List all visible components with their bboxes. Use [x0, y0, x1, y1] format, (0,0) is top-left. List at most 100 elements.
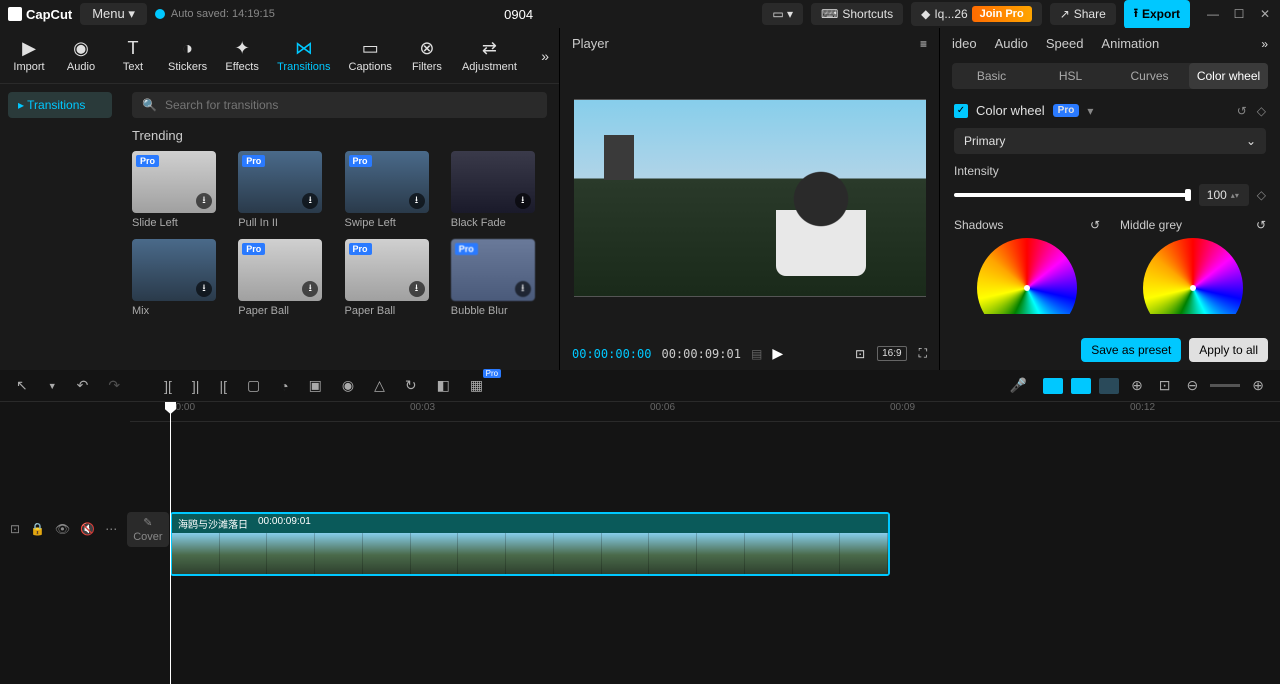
transition-item[interactable]: Pro⭳Paper Ball [345, 239, 441, 317]
tab-speed[interactable]: Speed [1046, 36, 1084, 51]
redo-button[interactable]: ↷ [104, 375, 124, 396]
reset-icon[interactable]: ↺ [1256, 218, 1266, 232]
download-icon[interactable]: ⭳ [196, 193, 212, 209]
join-pro-badge[interactable]: Join Pro [972, 6, 1032, 22]
subtab-basic[interactable]: Basic [952, 63, 1031, 89]
crop-tool[interactable]: ◧ [433, 375, 454, 396]
select-tool[interactable]: ↖ [12, 375, 32, 396]
tab-video[interactable]: ideo [952, 36, 977, 51]
menu-button[interactable]: Menu ▾ [80, 3, 147, 25]
project-title[interactable]: 0904 [283, 7, 755, 22]
zoom-in-button[interactable]: ⊕ [1248, 375, 1268, 396]
snapshot-icon[interactable]: ⊡ [855, 347, 865, 361]
play-button[interactable]: ▶ [772, 345, 783, 362]
share-button[interactable]: ↗ Share [1050, 3, 1116, 25]
tab-filters[interactable]: ⊗Filters [402, 34, 452, 77]
preview-toggle[interactable] [1099, 378, 1119, 394]
delete-tool[interactable]: ▢ [243, 375, 264, 396]
transition-item[interactable]: Pro⭳Pull In II [238, 151, 334, 229]
tab-import[interactable]: ▶Import [4, 34, 54, 77]
trim-left-tool[interactable]: ]| [188, 376, 204, 396]
download-icon[interactable]: ⭳ [515, 281, 531, 297]
intensity-input[interactable]: 100▴▾ [1199, 184, 1249, 206]
download-icon[interactable]: ⭳ [196, 281, 212, 297]
subtab-hsl[interactable]: HSL [1031, 63, 1110, 89]
export-button[interactable]: ⭱ Export [1124, 0, 1190, 29]
aspect-ratio[interactable]: 16:9 [877, 346, 906, 361]
player-view[interactable] [560, 59, 939, 337]
expand-inspector-button[interactable]: » [1261, 37, 1268, 51]
colorwheel-checkbox[interactable]: ✓ [954, 104, 968, 118]
sidebar-item-transitions[interactable]: ▸ Transitions [8, 92, 112, 118]
search-box[interactable]: 🔍 [132, 92, 547, 118]
transition-item[interactable]: ⭳Mix [132, 239, 228, 317]
zoom-slider[interactable] [1210, 384, 1240, 387]
more-icon[interactable]: ⋯ [105, 522, 117, 536]
rotate-tool[interactable]: ↻ [401, 375, 421, 396]
mic-icon[interactable]: 🎤 [1006, 375, 1031, 396]
keyframe-icon[interactable]: ◇ [1257, 188, 1266, 202]
eye-icon[interactable]: 👁 [55, 522, 70, 536]
transition-item[interactable]: Pro⭳Paper Ball [238, 239, 334, 317]
close-button[interactable]: ✕ [1258, 7, 1272, 21]
video-clip[interactable]: 海鸥与沙滩落日 00:00:09:01 [170, 512, 890, 576]
stepper-icon[interactable]: ▴▾ [1231, 191, 1239, 200]
reset-icon[interactable]: ↺ [1090, 218, 1100, 232]
reset-icon[interactable]: ↺ [1237, 104, 1247, 118]
magnet-toggle[interactable] [1043, 378, 1063, 394]
grid-icon[interactable]: ▤ [751, 347, 762, 361]
trim-right-tool[interactable]: |[ [215, 376, 231, 396]
transition-item[interactable]: ⭳Black Fade [451, 151, 547, 229]
marker-tool[interactable]: ◔ [276, 376, 292, 396]
subtab-curves[interactable]: Curves [1110, 63, 1189, 89]
reverse-tool[interactable]: ◉ [338, 375, 358, 396]
frame-tool[interactable]: ▣ [305, 375, 326, 396]
download-icon[interactable]: ⭳ [515, 193, 531, 209]
apply-all-button[interactable]: Apply to all [1189, 338, 1268, 362]
download-icon[interactable]: ⭳ [409, 193, 425, 209]
player-menu-icon[interactable]: ≡ [920, 37, 927, 51]
download-icon[interactable]: ⭳ [302, 193, 318, 209]
tab-stickers[interactable]: ◑Stickers [160, 34, 215, 77]
expand-toolbar-button[interactable]: » [535, 48, 555, 64]
subtab-colorwheel[interactable]: Color wheel [1189, 63, 1268, 89]
transition-item[interactable]: Pro⭳Bubble Blur [451, 239, 547, 317]
transition-item[interactable]: Pro⭳Slide Left [132, 151, 228, 229]
fit-tool[interactable]: ⊡ [1155, 375, 1175, 396]
undo-button[interactable]: ↶ [73, 375, 93, 396]
transition-item[interactable]: Pro⭳Swipe Left [345, 151, 441, 229]
midgrey-color-wheel[interactable]: ◀▶ [1143, 238, 1243, 314]
lock-icon[interactable]: 🔒 [30, 522, 45, 536]
zoom-out-button[interactable]: ⊖ [1183, 375, 1203, 396]
select-dropdown[interactable]: ▼ [44, 379, 61, 393]
intensity-slider[interactable] [954, 193, 1191, 197]
link-toggle[interactable] [1071, 378, 1091, 394]
minimize-button[interactable]: — [1206, 7, 1220, 21]
tab-effects[interactable]: ✦Effects [217, 34, 267, 77]
primary-dropdown[interactable]: Primary ⌄ [954, 128, 1266, 154]
user-badge[interactable]: ◆ Iq...26 Join Pro [911, 2, 1042, 26]
tab-audio-r[interactable]: Audio [995, 36, 1028, 51]
expand-icon[interactable]: ⊡ [10, 522, 20, 536]
shortcuts-button[interactable]: ⌨ Shortcuts [811, 3, 903, 25]
fullscreen-icon[interactable]: ⛶ [919, 346, 927, 361]
keyframe-icon[interactable]: ◇ [1257, 104, 1266, 118]
chevron-down-icon[interactable]: ▾ [1087, 104, 1093, 118]
playhead[interactable] [170, 402, 171, 684]
timeline-ruler[interactable]: 00:00 00:03 00:06 00:09 00:12 [130, 402, 1280, 422]
tab-animation[interactable]: Animation [1101, 36, 1159, 51]
ai-tool[interactable]: ▦ [466, 375, 487, 396]
save-preset-button[interactable]: Save as preset [1081, 338, 1181, 362]
search-input[interactable] [165, 98, 537, 112]
tab-transitions[interactable]: ⋈Transitions [269, 34, 338, 77]
mirror-tool[interactable]: △ [370, 375, 389, 396]
tab-audio[interactable]: ◉Audio [56, 34, 106, 77]
slider-thumb[interactable] [1185, 189, 1191, 201]
tab-adjustment[interactable]: ⇄Adjustment [454, 34, 525, 77]
tab-captions[interactable]: ▭Captions [341, 34, 400, 77]
timeline-tracks[interactable]: 00:00 00:03 00:06 00:09 00:12 海鸥与沙滩落日 00… [130, 402, 1280, 684]
mute-icon[interactable]: 🔇 [80, 522, 95, 536]
download-icon[interactable]: ⭳ [302, 281, 318, 297]
tab-text[interactable]: TText [108, 34, 158, 77]
align-tool[interactable]: ⊕ [1127, 375, 1147, 396]
